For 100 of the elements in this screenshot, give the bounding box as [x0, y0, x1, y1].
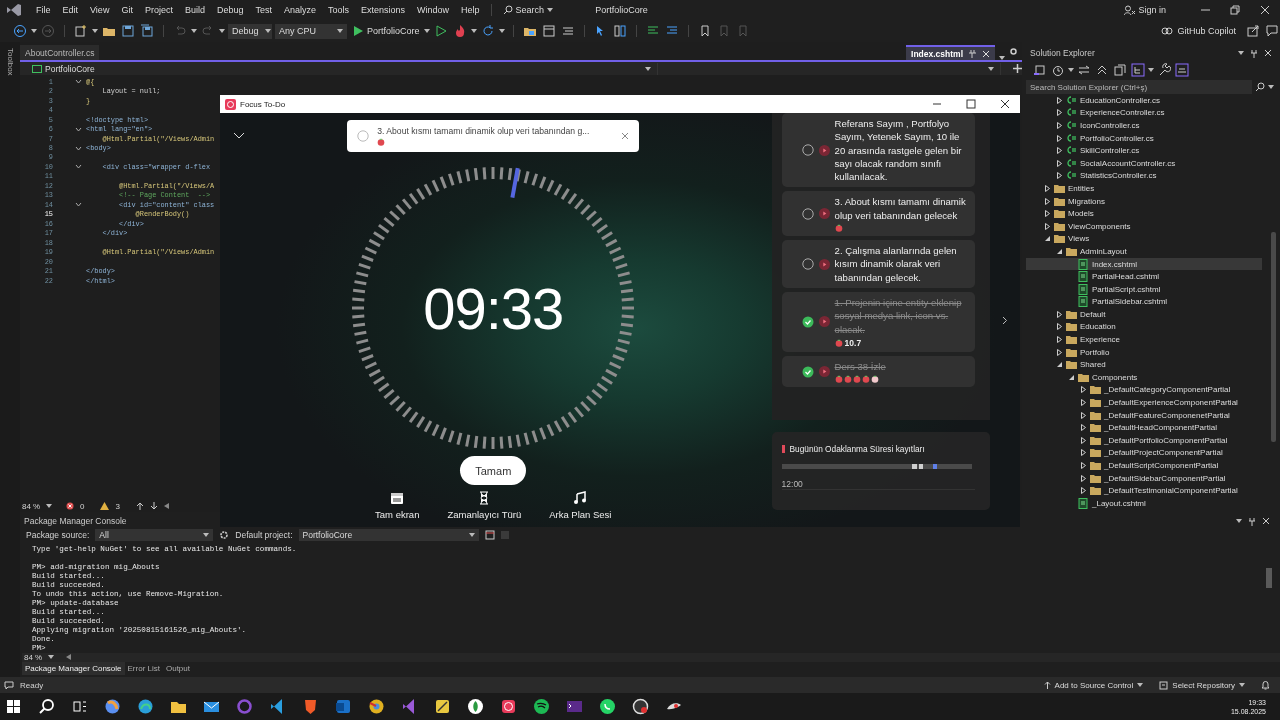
- close-icon[interactable]: [1000, 99, 1010, 109]
- search-field[interactable]: Search Solution Explorer (Ctrl+ş): [1026, 80, 1252, 94]
- leaf-icon[interactable]: [466, 697, 485, 716]
- tree-view-icon[interactable]: [1131, 63, 1145, 77]
- tree-item[interactable]: _DefaultPortfolioComponentPartial: [1026, 434, 1262, 447]
- tree-item[interactable]: _DefaultTestimonialComponentPartial: [1026, 484, 1262, 497]
- panel-tab[interactable]: Output: [162, 662, 193, 675]
- caret-right-icon[interactable]: [1056, 96, 1063, 104]
- tree-item[interactable]: EducationController.cs: [1026, 94, 1262, 107]
- arrow-up-icon[interactable]: [135, 502, 144, 510]
- caret-down-icon[interactable]: [1068, 68, 1074, 72]
- tree-item[interactable]: StatisticsController.cs: [1026, 169, 1262, 183]
- run-button[interactable]: PortfolioCore: [354, 26, 430, 36]
- menu-item[interactable]: Project: [138, 2, 179, 18]
- repository-button[interactable]: Select Repository: [1159, 680, 1245, 690]
- warning-count[interactable]: 3: [115, 501, 120, 511]
- app-icon[interactable]: [433, 697, 452, 716]
- confirm-button[interactable]: Tamam: [460, 456, 527, 485]
- save-icon[interactable]: [121, 24, 135, 38]
- plus-icon[interactable]: [1013, 64, 1022, 73]
- tree-item[interactable]: Index.cshtml: [1026, 257, 1262, 271]
- menu-item[interactable]: Help: [455, 2, 486, 18]
- panel-tab[interactable]: Package Manager Console: [22, 662, 125, 675]
- toolbar-button[interactable]: Arka Plan Sesi: [549, 491, 612, 520]
- caret-right-icon[interactable]: [1080, 399, 1087, 407]
- tree-item[interactable]: _DefaultProjectComponentPartial: [1026, 446, 1262, 460]
- caret-down-icon[interactable]: [219, 29, 225, 33]
- chevron-right-icon[interactable]: [1002, 315, 1009, 325]
- caret-right-icon[interactable]: [1080, 449, 1087, 457]
- menu-item[interactable]: Edit: [56, 2, 85, 18]
- tree-item[interactable]: _Layout.cshtml: [1026, 497, 1262, 510]
- tree-item[interactable]: Education: [1026, 320, 1262, 334]
- caret-right-icon[interactable]: [1056, 159, 1063, 167]
- window-icon[interactable]: [541, 24, 556, 38]
- pin-icon[interactable]: [968, 49, 977, 58]
- platform-dropdown[interactable]: Any CPU: [275, 23, 347, 39]
- tree-item[interactable]: Components: [1026, 371, 1262, 384]
- menu-item[interactable]: Analyze: [278, 2, 322, 18]
- caret-down-icon[interactable]: [470, 29, 477, 33]
- error-count[interactable]: 0: [80, 501, 85, 511]
- play-icon[interactable]: [818, 366, 830, 377]
- tree-item[interactable]: PartialHead.cshtml: [1026, 270, 1262, 283]
- default-project-dropdown[interactable]: PortfolioCore: [298, 529, 479, 542]
- checked-circle-icon[interactable]: [801, 365, 814, 378]
- checked-circle-icon[interactable]: [801, 315, 814, 328]
- caret-right-icon[interactable]: [1080, 386, 1087, 394]
- caret-right-icon[interactable]: [1056, 310, 1063, 318]
- chat-icon[interactable]: [598, 697, 617, 716]
- globe-icon[interactable]: [136, 697, 155, 716]
- caret-right-icon[interactable]: [1056, 122, 1063, 129]
- caret-right-icon[interactable]: [1056, 348, 1063, 356]
- format-icon[interactable]: [560, 24, 575, 38]
- scroll-left-icon[interactable]: [163, 503, 169, 509]
- zoom-dropdown[interactable]: 84 %: [22, 501, 60, 511]
- toolbar-button[interactable]: Zamanlayıcı Türü: [447, 491, 522, 520]
- tree-item[interactable]: Experience: [1026, 333, 1262, 346]
- scroll-left-icon[interactable]: [66, 654, 71, 661]
- tree-item[interactable]: _DefaultCategoryComponentPartial: [1026, 383, 1262, 397]
- play-icon[interactable]: [818, 208, 830, 220]
- search-icon[interactable]: [1255, 82, 1265, 92]
- task-card[interactable]: Ders 38 İzle: [781, 355, 976, 388]
- warning-icon[interactable]: [100, 502, 110, 510]
- tree-item[interactable]: PortfolioController.cs: [1026, 131, 1262, 145]
- task-card[interactable]: 3. About kısmı tamamı dinamik olup veri tabanından gelecek: [781, 191, 976, 237]
- share-icon[interactable]: [1246, 24, 1260, 38]
- chevron-down-icon[interactable]: [75, 126, 82, 132]
- caret-right-icon[interactable]: [1056, 336, 1063, 344]
- tree-item[interactable]: Migrations: [1026, 194, 1262, 208]
- menu-item[interactable]: File: [30, 2, 57, 18]
- task-card[interactable]: Referans Sayım , Portfolyo Sayım, Yetenek Sayım, 10 ile 20 arasında rastgele gelen bir sayı olacak random sınıfı kullanılacak.: [781, 113, 976, 188]
- play-icon[interactable]: [818, 144, 830, 156]
- checkbox-circle[interactable]: [357, 130, 370, 142]
- caret-down-icon[interactable]: [1056, 247, 1063, 255]
- caret-down-icon[interactable]: [498, 29, 505, 33]
- tree-item[interactable]: _DefaultFeatureComponenetPartial: [1026, 408, 1262, 422]
- panel-icon[interactable]: [612, 24, 627, 38]
- caret-right-icon[interactable]: [1056, 147, 1063, 155]
- caret-down-icon[interactable]: [1268, 85, 1274, 89]
- caret-right-icon[interactable]: [1044, 184, 1051, 192]
- tree-item[interactable]: Entities: [1026, 182, 1262, 195]
- tree-item[interactable]: _DefaultHeadComponentPartial: [1026, 421, 1262, 435]
- tree-item[interactable]: Shared: [1026, 358, 1262, 372]
- configuration-dropdown[interactable]: Debug: [228, 23, 272, 39]
- caret-right-icon[interactable]: [1044, 222, 1051, 230]
- chevron-down-icon[interactable]: [75, 79, 82, 85]
- menu-item[interactable]: Test: [249, 2, 278, 18]
- windows-logo-icon[interactable]: [4, 697, 23, 716]
- play-icon[interactable]: [818, 258, 830, 270]
- tree-item[interactable]: _DefaultExperienceComponentPartial: [1026, 396, 1262, 409]
- play-icon[interactable]: [818, 316, 830, 328]
- new-item-icon[interactable]: [74, 24, 88, 38]
- checkbox-circle[interactable]: [801, 144, 814, 157]
- menu-item[interactable]: Tools: [322, 2, 356, 18]
- pin-icon[interactable]: [1250, 48, 1258, 58]
- caret-down-icon[interactable]: [1068, 373, 1075, 381]
- menu-item[interactable]: Build: [178, 2, 211, 18]
- caret-right-icon[interactable]: [1080, 436, 1087, 444]
- scrollbar[interactable]: [1271, 232, 1276, 442]
- copilot-button[interactable]: GitHub Copilot: [1161, 25, 1236, 37]
- refresh-icon[interactable]: [480, 24, 495, 38]
